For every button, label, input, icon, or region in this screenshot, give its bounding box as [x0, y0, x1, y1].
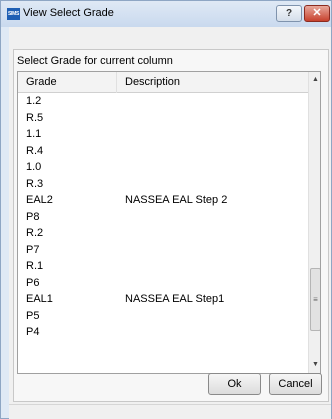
column-header-grade[interactable]: Grade	[26, 76, 57, 88]
ok-button[interactable]: Ok	[208, 373, 261, 395]
grade-cell: R.3	[26, 177, 44, 190]
grade-grid: Grade Description 1.2 R.5 1.1 R.4 1.0 R.…	[17, 71, 321, 374]
table-row[interactable]: R.1	[18, 258, 308, 275]
status-bar	[9, 404, 331, 419]
table-row[interactable]: R.3	[18, 176, 308, 193]
grade-cell: EAL2	[26, 194, 53, 206]
vertical-scrollbar[interactable]: ▲ ≡ ▼	[308, 72, 320, 373]
sims-app-icon: SIMS	[7, 8, 20, 20]
table-row[interactable]: P5	[18, 308, 308, 325]
grade-cell: R.1	[26, 260, 44, 272]
table-row[interactable]: 1.0	[18, 159, 308, 176]
title-bar[interactable]: SIMS View Select Grade ? ✕	[1, 1, 331, 27]
grid-rows: 1.2 R.5 1.1 R.4 1.0 R.3 EAL2 NASSEA EAL S…	[18, 93, 308, 341]
scroll-thumb[interactable]: ≡	[310, 268, 320, 331]
column-header-description[interactable]: Description	[125, 76, 180, 88]
dialog-content: Select Grade for current column Grade De…	[9, 27, 331, 419]
table-row[interactable]: 1.2	[18, 93, 308, 110]
table-row[interactable]: EAL2 NASSEA EAL Step 2	[18, 192, 308, 209]
table-row[interactable]: P8	[18, 209, 308, 226]
grade-cell: R.5	[26, 111, 44, 124]
help-button[interactable]: ?	[276, 5, 302, 22]
cancel-button[interactable]: Cancel	[269, 373, 322, 395]
table-row[interactable]: R.4	[18, 143, 308, 160]
grade-cell: R.2	[26, 227, 44, 239]
scroll-down-icon[interactable]: ▼	[309, 357, 320, 373]
scroll-up-icon[interactable]: ▲	[309, 72, 320, 88]
table-row[interactable]: 1.1	[18, 126, 308, 143]
table-row[interactable]: R.2	[18, 225, 308, 242]
table-row[interactable]: P4	[18, 324, 308, 341]
grade-cell: P5	[26, 309, 40, 322]
grade-cell: P7	[26, 243, 40, 256]
column-separator[interactable]	[116, 72, 117, 93]
grade-cell: 1.2	[26, 95, 42, 107]
table-row[interactable]: R.5	[18, 110, 308, 127]
grade-cell: P6	[26, 276, 40, 289]
grade-cell: P8	[26, 210, 40, 223]
window-title: View Select Grade	[23, 7, 114, 19]
panel-caption: Select Grade for current column	[17, 55, 173, 67]
table-row[interactable]: EAL1 NASSEA EAL Step1	[18, 291, 308, 308]
grade-cell: R.4	[26, 144, 44, 157]
grid-header: Grade Description	[18, 72, 308, 93]
description-cell: NASSEA EAL Step1	[125, 293, 225, 305]
close-button[interactable]: ✕	[304, 5, 330, 22]
dialog-window: SIMS View Select Grade ? ✕ Select Grade …	[0, 0, 332, 419]
grade-cell: 1.0	[26, 161, 42, 173]
description-cell: NASSEA EAL Step 2	[125, 194, 228, 206]
table-row[interactable]: P6	[18, 275, 308, 292]
grade-cell: 1.1	[26, 128, 42, 140]
grade-cell: P4	[26, 326, 40, 338]
table-row[interactable]: P7	[18, 242, 308, 259]
grade-cell: EAL1	[26, 293, 53, 305]
